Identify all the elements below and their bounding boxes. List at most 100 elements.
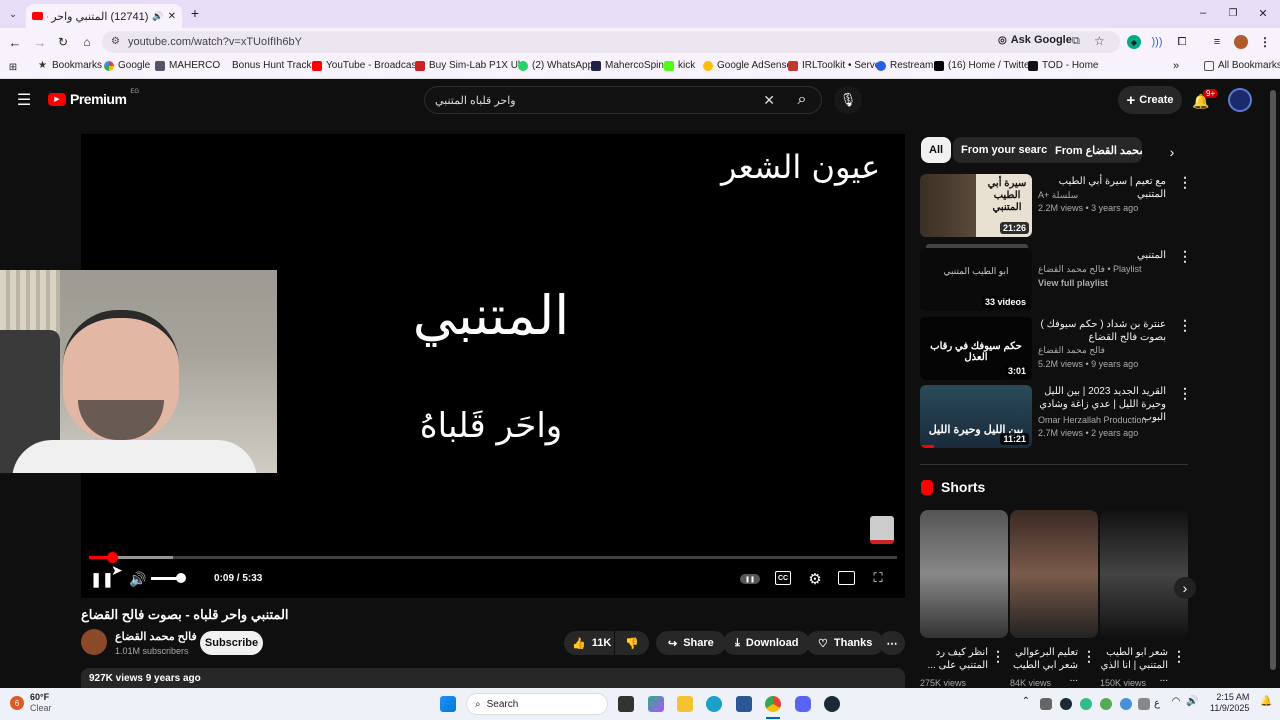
bookmark-item[interactable]: YouTube - Broadcas... bbox=[312, 60, 425, 71]
chip-from-search[interactable]: From your search bbox=[953, 137, 1062, 163]
profile-avatar-icon[interactable] bbox=[1234, 35, 1248, 49]
minimize-icon[interactable]: – bbox=[1196, 6, 1210, 20]
search-input[interactable]: واحر قلباه المتنبي ✕ bbox=[424, 86, 822, 114]
tab-search-icon[interactable]: ⌄ bbox=[6, 7, 20, 21]
bookmark-item[interactable]: MahercoSpin bbox=[591, 60, 664, 71]
create-button[interactable]: + Create bbox=[1118, 86, 1182, 114]
view-full-playlist-link[interactable]: View full playlist bbox=[1038, 278, 1108, 288]
tray-icon[interactable] bbox=[1040, 698, 1052, 710]
start-windows-icon[interactable] bbox=[440, 696, 456, 712]
extensions-puzzle-icon[interactable]: ⧠ bbox=[1175, 35, 1189, 49]
more-bookmarks-icon[interactable]: » bbox=[1173, 60, 1179, 72]
fullscreen-icon[interactable]: ⛶ bbox=[870, 570, 886, 586]
short-card[interactable] bbox=[1100, 510, 1188, 638]
bookmark-item[interactable]: Bonus Hunt Tracker bbox=[218, 60, 320, 71]
bookmark-item[interactable]: Restream bbox=[876, 60, 933, 71]
steam-icon[interactable] bbox=[824, 696, 840, 712]
bookmark-item[interactable]: kick bbox=[664, 60, 695, 71]
speaker-icon[interactable]: 🔊 bbox=[1186, 696, 1198, 712]
tab-audio-icon[interactable]: 🔊 bbox=[152, 11, 163, 22]
menu-kebab-icon[interactable]: ⋮ bbox=[1258, 35, 1272, 49]
youtube-logo[interactable]: ▶ Premium EG bbox=[48, 89, 139, 107]
taskbar-search[interactable]: ⌕ Search bbox=[466, 693, 608, 715]
account-avatar[interactable] bbox=[1228, 88, 1252, 112]
file-explorer-icon[interactable] bbox=[677, 696, 693, 712]
tray-icon[interactable] bbox=[1100, 698, 1112, 710]
bookmark-item[interactable]: Google bbox=[104, 60, 150, 71]
bookmark-item[interactable]: (2) WhatsApp bbox=[518, 60, 593, 71]
bookmark-item[interactable]: MAHERCO bbox=[155, 60, 220, 71]
back-icon[interactable]: ← bbox=[8, 35, 22, 50]
related-channel[interactable]: Omar Herzallah Production bbox=[1038, 415, 1147, 425]
tab-close-icon[interactable]: ✕ bbox=[168, 11, 176, 22]
extension-icon[interactable]: ◆ bbox=[1127, 35, 1141, 49]
playlist-more-icon[interactable]: ⋮ bbox=[1178, 248, 1192, 265]
bookmark-star-icon[interactable]: ☆ bbox=[1094, 34, 1105, 48]
close-window-icon[interactable]: ✕ bbox=[1256, 6, 1270, 20]
short-more-icon[interactable]: ⋮ bbox=[1172, 648, 1186, 665]
weather-widget[interactable]: 6 60°F Clear bbox=[10, 692, 52, 714]
page-scrollbar[interactable] bbox=[1270, 90, 1276, 670]
voice-search-icon[interactable]: 🎙 bbox=[834, 86, 862, 114]
subscribe-button[interactable]: Subscribe bbox=[200, 631, 263, 655]
bookmark-item[interactable]: ★ Bookmarks bbox=[38, 60, 102, 71]
tray-icon[interactable] bbox=[1138, 698, 1150, 710]
thanks-button[interactable]: ♡ Thanks bbox=[806, 631, 885, 655]
bookmark-item[interactable]: (16) Home / Twitter bbox=[934, 60, 1033, 71]
ask-google-button[interactable]: ◎ Ask Google bbox=[998, 34, 1072, 46]
short-more-icon[interactable]: ⋮ bbox=[1082, 648, 1096, 665]
more-actions-button[interactable]: ⋯ bbox=[879, 631, 905, 655]
related-more-icon[interactable]: ⋮ bbox=[1178, 174, 1192, 191]
subtitles-icon[interactable]: CC bbox=[775, 571, 791, 585]
tray-icon[interactable] bbox=[1080, 698, 1092, 710]
bookmark-item[interactable]: TOD - Home bbox=[1028, 60, 1099, 71]
forward-icon[interactable]: → bbox=[33, 35, 47, 50]
chip-all[interactable]: All bbox=[921, 137, 952, 163]
install-icon[interactable]: ⧉ bbox=[1072, 35, 1080, 48]
playlist-title[interactable]: المتنبي bbox=[1038, 249, 1166, 262]
address-bar[interactable]: ⚙ youtube.com/watch?v=xTUoIfIh6bY ◎ Ask … bbox=[102, 31, 1120, 53]
browser-tab-active[interactable]: (12741) المتنبي واحر قلباه - ... 🔊 ✕ bbox=[26, 4, 182, 28]
clear-search-icon[interactable]: ✕ bbox=[763, 92, 775, 109]
bookmark-item[interactable]: Buy Sim-Lab P1X Ul... bbox=[415, 60, 528, 71]
bookmark-item[interactable]: Google AdSense bbox=[703, 60, 792, 71]
short-card[interactable] bbox=[920, 510, 1008, 638]
volume-icon[interactable]: 🔊 bbox=[129, 570, 147, 588]
related-more-icon[interactable]: ⋮ bbox=[1178, 317, 1192, 334]
volume-handle[interactable] bbox=[176, 573, 186, 583]
wifi-icon[interactable]: ◠ bbox=[1170, 696, 1182, 712]
tray-icon[interactable] bbox=[1060, 698, 1072, 710]
related-more-icon[interactable]: ⋮ bbox=[1178, 385, 1192, 402]
discord-icon[interactable] bbox=[795, 696, 811, 712]
copilot-icon[interactable] bbox=[648, 696, 664, 712]
playlist-channel[interactable]: فالح محمد القضاع • Playlist bbox=[1038, 264, 1142, 275]
playlist-thumbnail[interactable]: ابو الطيب المتنبي 33 videos bbox=[920, 248, 1032, 311]
related-channel[interactable]: فالح محمد القضاع bbox=[1038, 345, 1105, 356]
theater-mode-icon[interactable] bbox=[838, 571, 855, 585]
related-title[interactable]: عنترة بن شداد ( حكم سيوفك ) بصوت فالح ال… bbox=[1038, 318, 1166, 344]
input-language[interactable]: ع bbox=[1154, 698, 1160, 709]
channel-avatar[interactable] bbox=[81, 629, 107, 655]
site-info-icon[interactable]: ⚙ bbox=[111, 36, 120, 47]
share-button[interactable]: ↪ Share bbox=[656, 631, 726, 655]
hamburger-menu-icon[interactable]: ☰ bbox=[16, 92, 32, 109]
reload-icon[interactable]: ↻ bbox=[56, 35, 70, 49]
channel-name[interactable]: فالح محمد القضاع bbox=[115, 630, 197, 643]
notification-bell-icon[interactable]: 🔔 bbox=[1260, 696, 1272, 712]
restore-icon[interactable]: ❐ bbox=[1226, 6, 1240, 20]
description-box[interactable]: 927K views 9 years ago bbox=[81, 668, 905, 690]
dislike-button[interactable]: 👎 bbox=[615, 631, 649, 655]
tray-icon[interactable] bbox=[1120, 698, 1132, 710]
chips-next-icon[interactable]: › bbox=[1162, 142, 1182, 162]
all-bookmarks-button[interactable]: All Bookmarks bbox=[1204, 60, 1280, 71]
chip-from-channel[interactable]: From فالح محمد القضاع bbox=[1047, 137, 1142, 163]
audio-extension-icon[interactable]: ))) bbox=[1150, 35, 1164, 49]
bookmark-item[interactable]: IRLToolkit • Server bbox=[788, 60, 884, 71]
search-icon[interactable]: ⌕ bbox=[786, 86, 818, 114]
settings-gear-icon[interactable]: ⚙ bbox=[806, 570, 824, 588]
new-tab-button[interactable]: + bbox=[188, 5, 202, 21]
chrome-icon[interactable] bbox=[765, 696, 781, 712]
edge-icon[interactable] bbox=[706, 696, 722, 712]
tray-chevron-icon[interactable]: ⌃ bbox=[1020, 696, 1032, 712]
taskview-icon[interactable] bbox=[618, 696, 634, 712]
